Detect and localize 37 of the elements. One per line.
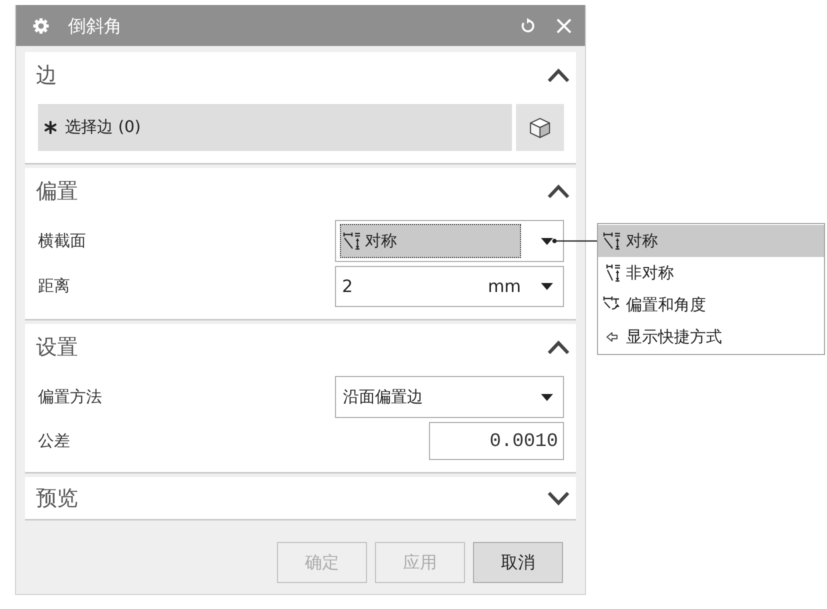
section-title: 设置 [36, 334, 78, 361]
window-title: 倒斜角 [68, 14, 123, 38]
caret-icon [541, 238, 553, 244]
cube-icon [528, 116, 552, 140]
dropdown-option[interactable]: 非对称 [598, 257, 824, 289]
refresh-icon[interactable] [520, 18, 536, 34]
dropdown-option[interactable]: 偏置和角度 [598, 289, 824, 321]
chevron-up-icon[interactable] [547, 184, 570, 198]
close-icon[interactable] [556, 18, 572, 34]
section-title: 偏置 [36, 178, 78, 205]
dropdown[interactable]: 对称 [335, 220, 564, 262]
section-title: 预览 [36, 485, 78, 512]
asterisk-icon [44, 121, 57, 134]
field-label: 偏置方法 [38, 386, 102, 408]
leader-line [552, 238, 597, 244]
unit-label: mm [488, 276, 521, 296]
object-select-button[interactable] [516, 104, 564, 151]
dropdown[interactable]: 沿面偏置边 [335, 376, 564, 418]
caret-icon [541, 394, 553, 400]
gear-icon [33, 18, 49, 34]
field-label: 公差 [38, 430, 70, 452]
edge-selection-field[interactable]: 选择边 (0) [38, 104, 512, 151]
chevron-up-icon[interactable] [547, 68, 570, 82]
left-arrow-icon [606, 332, 618, 342]
chevron-down-icon[interactable] [547, 490, 570, 506]
symmetric-dimension-icon [603, 232, 621, 250]
dialog-button[interactable]: 取消 [473, 542, 563, 583]
unit-input-field[interactable]: 2 mm [335, 266, 564, 307]
chevron-up-icon[interactable] [547, 340, 570, 354]
field-label: 距离 [38, 276, 70, 297]
number-input-field[interactable]: 0.0010 [429, 422, 564, 460]
dropdown-option[interactable]: 对称 [598, 225, 824, 257]
dropdown-option[interactable]: 显示快捷方式 [598, 321, 824, 353]
symmetric-dimension-icon [343, 232, 361, 250]
field-label: 横截面 [38, 230, 86, 252]
caret-icon [541, 283, 553, 290]
section-title: 边 [36, 62, 57, 89]
